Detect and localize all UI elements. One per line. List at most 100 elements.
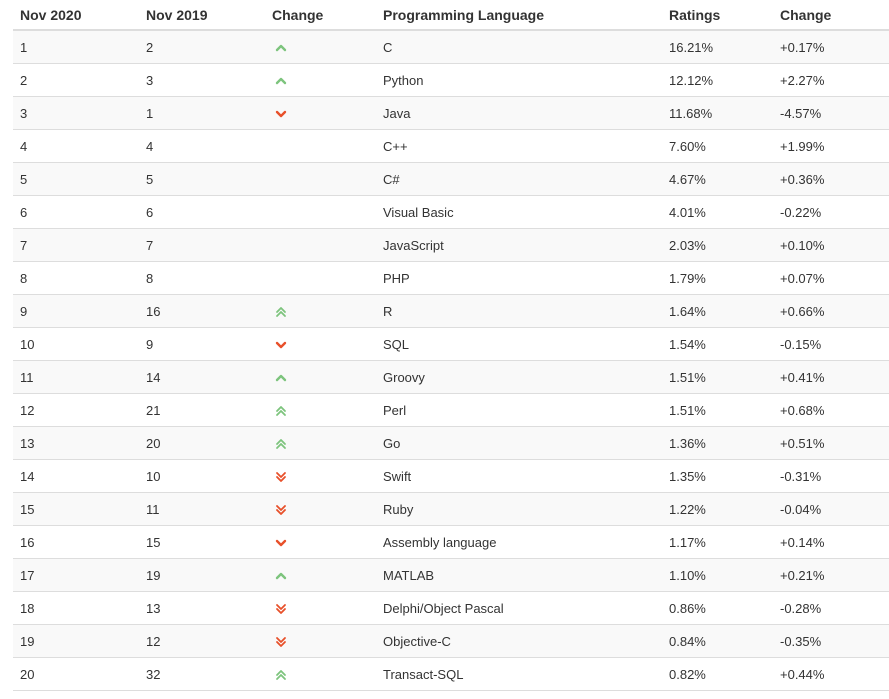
cell-change: -0.04%	[773, 492, 889, 526]
cell-nov2019: 15	[139, 525, 265, 559]
cell-change: +0.21%	[773, 558, 889, 592]
cell-language: JavaScript	[376, 228, 662, 262]
cell-nov2020: 19	[13, 624, 139, 658]
chevron-up-icon	[275, 372, 287, 384]
table-row: 8 8 PHP 1.79% +0.07%	[13, 261, 889, 295]
chevron-up-icon	[275, 75, 287, 87]
cell-rating: 1.17%	[662, 525, 773, 559]
cell-nov2020: 13	[13, 426, 139, 460]
table-row: 15 11 Ruby 1.22% -0.04%	[13, 492, 889, 526]
chevron-down-icon	[275, 339, 287, 351]
header-nov2020[interactable]: Nov 2020	[13, 0, 139, 31]
header-row: Nov 2020 Nov 2019 Change Programming Lan…	[13, 0, 889, 31]
cell-language: Perl	[376, 393, 662, 427]
table-row: 19 12 Objective-C 0.84% -0.35%	[13, 624, 889, 658]
cell-change: +0.51%	[773, 426, 889, 460]
cell-change: -0.22%	[773, 195, 889, 229]
cell-nov2020: 17	[13, 558, 139, 592]
table-row: 13 20 Go 1.36% +0.51%	[13, 426, 889, 460]
cell-nov2019: 20	[139, 426, 265, 460]
cell-trend	[265, 624, 376, 658]
table-row: 11 14 Groovy 1.51% +0.41%	[13, 360, 889, 394]
cell-trend	[265, 327, 376, 361]
cell-nov2020: 14	[13, 459, 139, 493]
cell-trend	[265, 261, 376, 295]
chevron-down-icon	[275, 108, 287, 120]
cell-trend	[265, 393, 376, 427]
cell-change: -0.28%	[773, 591, 889, 625]
cell-trend	[265, 129, 376, 163]
cell-rating: 11.68%	[662, 96, 773, 130]
cell-change: +0.66%	[773, 294, 889, 328]
cell-change: +1.99%	[773, 129, 889, 163]
cell-nov2019: 8	[139, 261, 265, 295]
table-row: 3 1 Java 11.68% -4.57%	[13, 96, 889, 130]
cell-change: +0.17%	[773, 30, 889, 64]
table-row: 18 13 Delphi/Object Pascal 0.86% -0.28%	[13, 591, 889, 625]
cell-change: +0.44%	[773, 657, 889, 691]
cell-rating: 0.84%	[662, 624, 773, 658]
cell-nov2019: 9	[139, 327, 265, 361]
table-row: 20 32 Transact-SQL 0.82% +0.44%	[13, 657, 889, 691]
cell-rating: 4.01%	[662, 195, 773, 229]
cell-rating: 1.79%	[662, 261, 773, 295]
cell-rating: 1.35%	[662, 459, 773, 493]
header-trend-change[interactable]: Change	[265, 0, 376, 31]
cell-change: -4.57%	[773, 96, 889, 130]
cell-language: Swift	[376, 459, 662, 493]
cell-nov2019: 12	[139, 624, 265, 658]
cell-language: SQL	[376, 327, 662, 361]
double-chevron-up-icon	[275, 306, 287, 318]
cell-language: Assembly language	[376, 525, 662, 559]
cell-language: R	[376, 294, 662, 328]
cell-language: Visual Basic	[376, 195, 662, 229]
double-chevron-up-icon	[275, 438, 287, 450]
cell-nov2019: 16	[139, 294, 265, 328]
cell-nov2020: 11	[13, 360, 139, 394]
cell-language: Go	[376, 426, 662, 460]
cell-trend	[265, 459, 376, 493]
cell-nov2019: 6	[139, 195, 265, 229]
ranking-table: Nov 2020 Nov 2019 Change Programming Lan…	[13, 0, 889, 691]
cell-rating: 1.36%	[662, 426, 773, 460]
table-row: 12 21 Perl 1.51% +0.68%	[13, 393, 889, 427]
cell-nov2019: 32	[139, 657, 265, 691]
cell-language: PHP	[376, 261, 662, 295]
cell-nov2019: 2	[139, 30, 265, 64]
cell-language: Java	[376, 96, 662, 130]
cell-nov2019: 1	[139, 96, 265, 130]
header-ratings[interactable]: Ratings	[662, 0, 773, 31]
table-row: 17 19 MATLAB 1.10% +0.21%	[13, 558, 889, 592]
cell-rating: 1.51%	[662, 393, 773, 427]
header-nov2019[interactable]: Nov 2019	[139, 0, 265, 31]
cell-nov2019: 13	[139, 591, 265, 625]
cell-nov2020: 1	[13, 30, 139, 64]
cell-nov2019: 4	[139, 129, 265, 163]
cell-trend	[265, 426, 376, 460]
cell-change: +0.10%	[773, 228, 889, 262]
header-language[interactable]: Programming Language	[376, 0, 662, 31]
cell-language: Groovy	[376, 360, 662, 394]
cell-nov2020: 8	[13, 261, 139, 295]
header-change[interactable]: Change	[773, 0, 889, 31]
cell-change: +0.41%	[773, 360, 889, 394]
cell-nov2020: 18	[13, 591, 139, 625]
cell-trend	[265, 63, 376, 97]
double-chevron-down-icon	[275, 603, 287, 615]
cell-change: +0.14%	[773, 525, 889, 559]
chevron-down-icon	[275, 537, 287, 549]
cell-trend	[265, 228, 376, 262]
cell-trend	[265, 195, 376, 229]
cell-change: +0.36%	[773, 162, 889, 196]
table-row: 10 9 SQL 1.54% -0.15%	[13, 327, 889, 361]
double-chevron-up-icon	[275, 669, 287, 681]
cell-rating: 1.64%	[662, 294, 773, 328]
double-chevron-down-icon	[275, 504, 287, 516]
cell-trend	[265, 657, 376, 691]
cell-language: MATLAB	[376, 558, 662, 592]
cell-nov2020: 10	[13, 327, 139, 361]
table-row: 4 4 C++ 7.60% +1.99%	[13, 129, 889, 163]
double-chevron-down-icon	[275, 636, 287, 648]
cell-language: Ruby	[376, 492, 662, 526]
cell-trend	[265, 294, 376, 328]
